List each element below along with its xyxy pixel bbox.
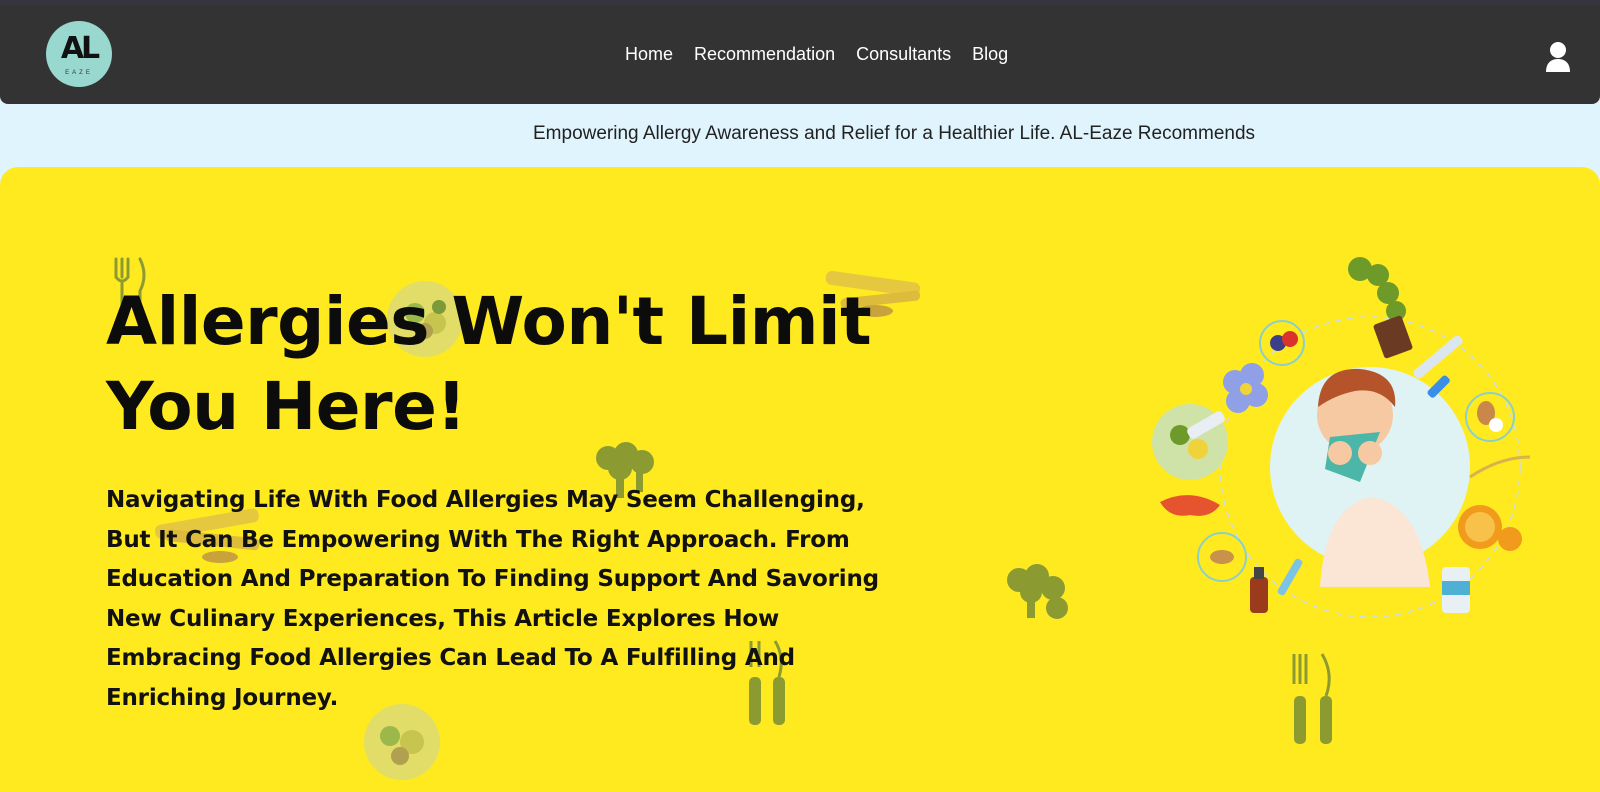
allergy-illustration bbox=[1152, 257, 1531, 618]
nav-home[interactable]: Home bbox=[625, 44, 673, 64]
hero-headline: Allergies Won't Limit You Here! bbox=[106, 283, 872, 445]
nav-blog[interactable]: Blog bbox=[972, 44, 1008, 64]
brand-logo[interactable]: AL EAZE bbox=[46, 21, 112, 87]
user-icon[interactable] bbox=[1545, 41, 1571, 73]
navbar: AL EAZE Home Recommendation Consultants … bbox=[0, 6, 1600, 104]
cutlery-icon bbox=[1292, 653, 1332, 744]
hero-section: Allergies Won't Limit You Here! Navigati… bbox=[0, 167, 1600, 792]
nav-consultants[interactable]: Consultants bbox=[856, 44, 951, 64]
tagline: Empowering Allergy Awareness and Relief … bbox=[533, 123, 1256, 144]
broccoli-icon bbox=[1007, 564, 1068, 619]
logo-letters: AL bbox=[60, 31, 100, 66]
main-nav: Home Recommendation Consultants Blog bbox=[625, 44, 1008, 64]
nav-recommendation[interactable]: Recommendation bbox=[694, 44, 835, 64]
hero-description: Navigating Life With Food Allergies May … bbox=[106, 487, 879, 711]
logo-subtext: EAZE bbox=[65, 70, 93, 76]
